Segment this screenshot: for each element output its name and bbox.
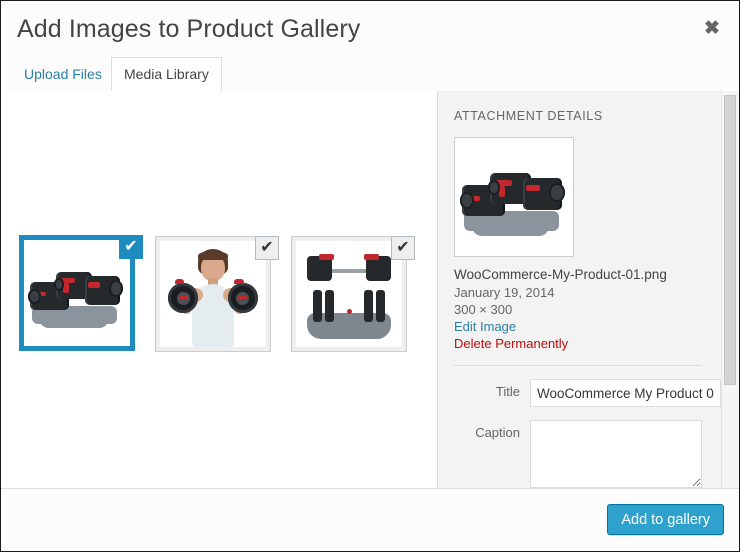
attachment-thumbnail: [24, 240, 130, 346]
attachment-preview: [454, 137, 574, 257]
media-modal: Add Images to Product Gallery ✖ Upload F…: [0, 0, 740, 552]
attachment-dimensions: 300 × 300: [454, 302, 513, 317]
woman-with-dumbbells-image: [160, 241, 266, 347]
section-divider: [454, 365, 702, 366]
dumbbell-pair-preview-image: [455, 138, 573, 256]
caption-field-row: Caption: [454, 420, 702, 488]
attachment-meta: WooCommerce-My-Product-01.png January 19…: [454, 267, 702, 351]
attachment-checkbox[interactable]: ✔: [391, 236, 415, 260]
attachment-item[interactable]: [155, 236, 271, 352]
modal-header: Add Images to Product Gallery ✖: [1, 1, 739, 57]
modal-tabs: Upload Files Media Library: [1, 57, 739, 92]
attachments-grid: ✔ ✔ ✔: [1, 91, 437, 489]
page-title: Add Images to Product Gallery: [17, 15, 361, 43]
modal-content: ✔ ✔ ✔ ATTACHMENT DETAILS WooCommerce-My-…: [1, 91, 739, 489]
close-icon[interactable]: ✖: [694, 10, 730, 46]
check-icon: ✔: [260, 239, 274, 256]
attachment-details-heading: ATTACHMENT DETAILS: [454, 109, 603, 123]
attachment-filename: WooCommerce-My-Product-01.png: [454, 267, 667, 282]
modal-footer: Add to gallery: [1, 488, 739, 551]
tab-upload-files[interactable]: Upload Files: [11, 57, 115, 90]
attachment-thumbnail: [160, 241, 266, 347]
attachment-details-sidebar: ATTACHMENT DETAILS WooCommerce-My-Produc…: [437, 91, 739, 489]
sidebar-scrollbar-thumb[interactable]: [724, 95, 736, 385]
title-field-row: Title: [454, 379, 721, 407]
title-input[interactable]: [530, 379, 721, 407]
delete-permanently-link[interactable]: Delete Permanently: [454, 336, 702, 351]
tab-media-library[interactable]: Media Library: [111, 57, 222, 91]
check-icon: ✔: [124, 238, 138, 255]
attachment-checkbox[interactable]: ✔: [119, 235, 143, 259]
barbell-with-rack-image: [296, 241, 402, 347]
attachment-thumbnail: [296, 241, 402, 347]
sidebar-scrollbar[interactable]: [721, 91, 739, 489]
caption-label: Caption: [475, 425, 520, 440]
dumbbell-pair-image: [24, 240, 130, 346]
add-to-gallery-button[interactable]: Add to gallery: [607, 504, 724, 535]
tab-media-library-label: Media Library: [124, 66, 209, 82]
attachment-item[interactable]: [19, 235, 135, 351]
attachment-item[interactable]: [291, 236, 407, 352]
caption-textarea[interactable]: [530, 420, 702, 488]
attachment-details-body: ATTACHMENT DETAILS WooCommerce-My-Produc…: [438, 91, 721, 489]
edit-image-link[interactable]: Edit Image: [454, 319, 702, 334]
attachment-date: January 19, 2014: [454, 285, 555, 300]
check-icon: ✔: [396, 239, 410, 256]
title-label: Title: [495, 384, 520, 399]
tab-upload-files-label: Upload Files: [24, 66, 102, 82]
attachment-checkbox[interactable]: ✔: [255, 236, 279, 260]
